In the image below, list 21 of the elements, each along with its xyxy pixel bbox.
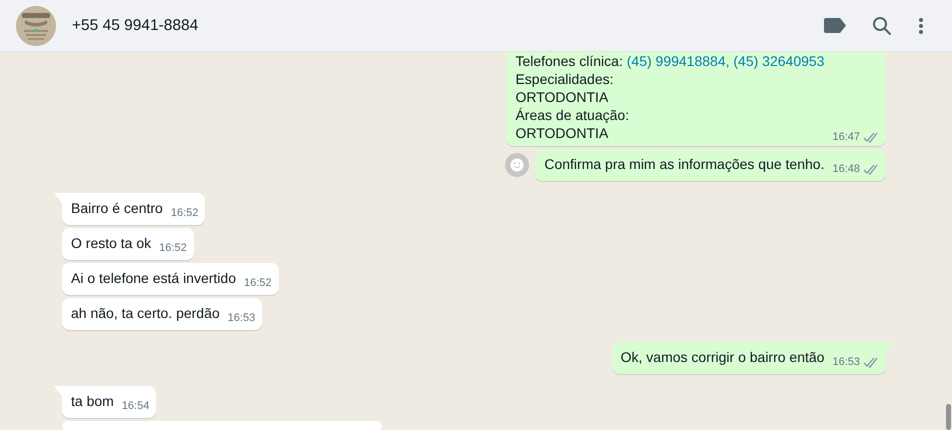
phone-link[interactable]: (45) 999418884, (45) 32640953 — [626, 53, 824, 69]
message-time: 16:52 — [159, 241, 187, 256]
message-time: 16:52 — [244, 276, 272, 291]
message-time: 16:48 — [832, 162, 860, 177]
message-text: Áreas de atuação: — [515, 106, 630, 124]
message-time: 16:53 — [832, 355, 860, 370]
message-text: Ok, vamos corrigir o bairro então — [620, 348, 824, 367]
message-time: 16:52 — [170, 206, 198, 221]
message-time: 16:53 — [228, 311, 256, 326]
message-text: Bairro é centro — [71, 199, 163, 218]
message-text: Telefones clínica: (45) 999418884, (45) 32640953 — [515, 52, 824, 70]
message-text: ORTODONTIA — [515, 88, 610, 106]
message-time: 16:47 — [832, 130, 860, 145]
message-text: Confirma pra mim as informações que tenho. — [544, 155, 824, 174]
message-text: ta bom — [71, 392, 114, 411]
message-time: 16:54 — [122, 399, 150, 414]
message-text: ah não, ta certo. perdão — [71, 304, 220, 323]
message-text: ORTODONTIA — [515, 124, 610, 142]
message-text: Especialidades: — [515, 70, 615, 88]
message-text: O resto ta ok — [71, 234, 152, 253]
message-text: Ai o telefone está invertido — [71, 269, 236, 288]
